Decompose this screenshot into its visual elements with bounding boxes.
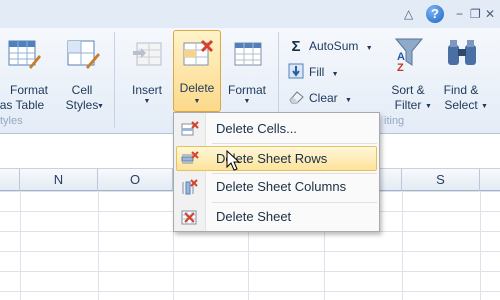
fill-button[interactable]: Fill ▼ — [288, 62, 339, 82]
group-separator — [114, 32, 115, 128]
format-cells-icon — [234, 42, 262, 66]
find-select-label-1: Find & — [443, 83, 479, 97]
fill-dropdown-arrow: ▼ — [331, 71, 339, 78]
restore-icon[interactable]: ❐ — [470, 6, 481, 22]
cell-styles-dropdown-arrow: ▼ — [97, 103, 104, 110]
cell-styles-icon — [67, 40, 100, 69]
cell-styles-label-1: Cell — [71, 83, 93, 97]
format-as-table-label-2: as Table — [0, 98, 45, 112]
column-header[interactable]: N — [20, 169, 98, 191]
delete-label: Delete — [179, 81, 215, 95]
insert-label: Insert — [131, 83, 162, 97]
format-dropdown-arrow: ▼ — [243, 98, 251, 105]
close-icon[interactable]: ✕ — [485, 6, 495, 22]
clear-label: Clear — [309, 91, 338, 105]
format-as-table-label-1: Format — [9, 83, 48, 97]
menu-item-label: Delete Sheet Columns — [216, 179, 347, 194]
autosum-button[interactable]: Σ AutoSum ▼ — [288, 36, 373, 56]
editing-group-label: iting — [384, 115, 405, 127]
delete-sheet-icon — [181, 210, 197, 225]
sort-filter-dropdown-arrow: ▼ — [425, 103, 432, 110]
column-header-partial[interactable] — [0, 169, 20, 191]
insert-cells-icon — [133, 42, 162, 66]
binoculars-icon — [448, 40, 476, 65]
fill-down-icon — [288, 63, 304, 79]
column-header[interactable]: O — [98, 169, 173, 191]
menu-separator — [212, 202, 377, 203]
sort-filter-label-1: Sort & — [391, 83, 425, 97]
delete-cells-icon — [183, 39, 214, 66]
grid-line — [480, 191, 481, 300]
menu-item-delete-sheet-rows[interactable]: Delete Sheet Rows — [176, 146, 377, 171]
delete-cells-icon — [181, 121, 199, 136]
menu-item-delete-sheet-columns[interactable]: Delete Sheet Columns — [176, 174, 377, 199]
minimize-icon[interactable]: − — [456, 6, 463, 22]
clear-dropdown-arrow: ▼ — [345, 97, 352, 104]
sigma-icon: Σ — [291, 38, 301, 55]
menu-separator — [212, 143, 377, 144]
find-select-label-2: Select — [444, 98, 478, 112]
delete-dropdown-menu: Delete Cells... Delete Sheet Rows Delete… — [173, 112, 380, 232]
menu-item-label: Delete Sheet — [216, 209, 292, 224]
autosum-label: AutoSum — [309, 39, 359, 53]
sort-z-glyph: Z — [397, 62, 404, 74]
insert-button[interactable]: Insert ▼ — [122, 30, 172, 112]
grid-line — [98, 191, 99, 300]
mouse-pointer-icon — [226, 150, 240, 171]
delete-rows-icon — [181, 151, 199, 164]
title-strip: △ ? − ❐ ✕ — [0, 0, 500, 28]
menu-item-label: Delete Cells... — [216, 121, 297, 136]
delete-dropdown-arrow: ▼ — [193, 98, 201, 105]
sort-filter-button[interactable]: A Z Sort & Filter ▼ — [384, 30, 432, 112]
grid-line — [20, 191, 21, 300]
column-header-partial[interactable] — [480, 169, 500, 191]
cell-styles-button[interactable]: Cell Styles ▼ — [56, 30, 108, 112]
format-as-table-icon — [8, 40, 41, 69]
insert-dropdown-arrow: ▼ — [143, 98, 151, 105]
delete-button[interactable]: Delete ▼ — [173, 30, 221, 112]
menu-item-delete-sheet[interactable]: Delete Sheet — [176, 204, 377, 229]
delete-columns-icon — [182, 179, 198, 195]
format-button[interactable]: Format ▼ — [222, 30, 272, 112]
eraser-icon — [289, 91, 304, 104]
fill-label: Fill — [309, 65, 325, 79]
column-header[interactable]: S — [402, 169, 480, 191]
find-select-dropdown-arrow: ▼ — [481, 103, 488, 110]
styles-group-label: tyles — [0, 115, 23, 127]
collapse-ribbon-icon[interactable]: △ — [404, 6, 413, 22]
grid-line — [402, 191, 403, 300]
menu-item-delete-cells[interactable]: Delete Cells... — [176, 116, 377, 141]
help-icon[interactable]: ? — [426, 5, 444, 23]
autosum-dropdown-arrow: ▼ — [365, 45, 373, 52]
clear-button[interactable]: Clear ▼ — [288, 88, 352, 108]
format-label: Format — [227, 83, 266, 97]
find-select-button[interactable]: Find & Select ▼ — [436, 30, 488, 112]
format-as-table-button[interactable]: Format as Table — [0, 30, 50, 112]
